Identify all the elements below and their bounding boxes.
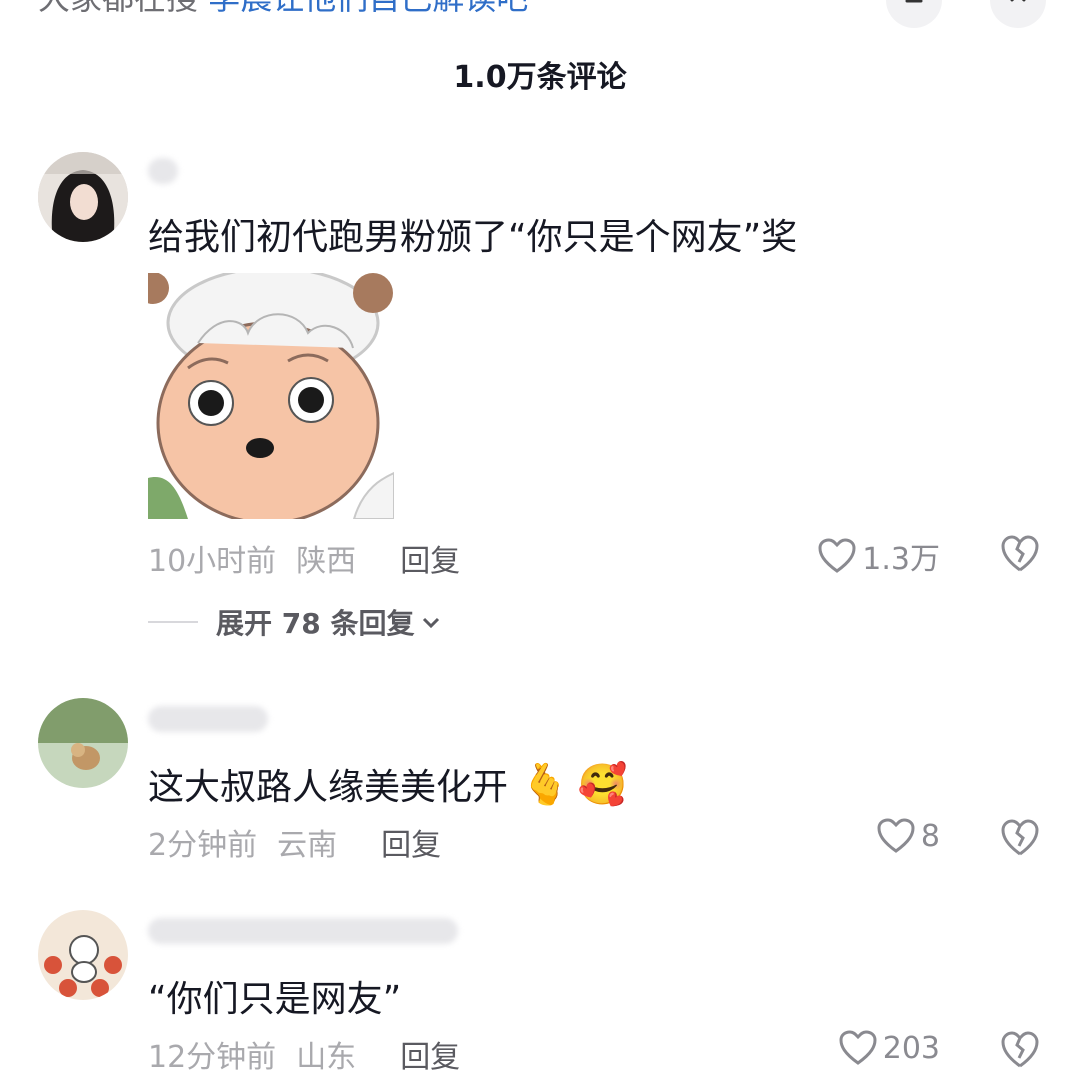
like-button[interactable]: 203 bbox=[839, 1030, 940, 1066]
like-count: 1.3万 bbox=[862, 542, 940, 577]
heart-icon bbox=[818, 538, 856, 573]
like-count: 203 bbox=[882, 1030, 940, 1066]
comment-meta: 2分钟前 云南 回复 bbox=[148, 820, 441, 864]
comment-meta: 10小时前 陕西 回复 bbox=[148, 536, 460, 580]
reply-button[interactable]: 回复 bbox=[381, 820, 441, 864]
broken-heart-icon[interactable] bbox=[1000, 534, 1040, 574]
emoji-hug: 🥰 bbox=[577, 761, 628, 808]
comment-meta: 12分钟前 山东 回复 bbox=[148, 1032, 460, 1076]
username[interactable] bbox=[148, 706, 268, 732]
sticker-image[interactable] bbox=[148, 273, 394, 519]
reply-button[interactable]: 回复 bbox=[400, 536, 460, 580]
expand-replies-label: 展开 78 条回复 bbox=[216, 607, 415, 640]
avatar[interactable] bbox=[38, 910, 128, 1000]
broken-heart-icon[interactable] bbox=[1000, 818, 1040, 858]
avatar[interactable] bbox=[38, 152, 128, 242]
comment-time: 2分钟前 bbox=[148, 828, 258, 863]
comment-text: 给我们初代跑男粉颁了“你只是个网友”奖 bbox=[148, 217, 798, 258]
filter-icon[interactable] bbox=[886, 0, 942, 28]
comment-count-title: 1.0万条评论 bbox=[453, 60, 627, 95]
reply-button[interactable]: 回复 bbox=[400, 1032, 460, 1076]
comment-text: “你们只是网友” bbox=[148, 979, 402, 1020]
comment-time: 10小时前 bbox=[148, 544, 277, 579]
comment-text-row: 这大叔路人缘美美化开 🫰 🥰 bbox=[148, 758, 628, 810]
expand-replies-button[interactable]: 展开 78 条回复 bbox=[148, 602, 442, 642]
comment-time: 12分钟前 bbox=[148, 1040, 277, 1075]
divider-line bbox=[148, 621, 198, 623]
username[interactable] bbox=[148, 158, 178, 184]
search-hint-link[interactable]: 李晨让他们自己解读吧 bbox=[208, 0, 528, 19]
comment-location: 云南 bbox=[277, 828, 338, 863]
like-button[interactable]: 1.3万 bbox=[818, 534, 940, 578]
emoji-finger-heart: 🫰 bbox=[520, 761, 570, 808]
heart-icon bbox=[839, 1030, 877, 1065]
chevron-down-icon bbox=[423, 617, 440, 629]
heart-icon bbox=[877, 818, 915, 853]
broken-heart-icon[interactable] bbox=[1000, 1030, 1040, 1070]
comments-page: 大家都在搜· 李晨让他们自己解读吧 1.0万条评论 给我们初代跑男粉颁了“你只是… bbox=[0, 0, 1080, 1080]
like-count: 8 bbox=[920, 818, 940, 854]
comment-location: 陕西 bbox=[296, 544, 357, 579]
search-hint-prefix: 大家都在搜· bbox=[38, 0, 208, 19]
avatar[interactable] bbox=[38, 698, 128, 788]
close-icon[interactable] bbox=[990, 0, 1046, 28]
comment-location: 山东 bbox=[296, 1040, 357, 1075]
like-button[interactable]: 8 bbox=[877, 818, 940, 854]
username[interactable] bbox=[148, 918, 458, 944]
search-hint-bar[interactable]: 大家都在搜· 李晨让他们自己解读吧 bbox=[38, 0, 528, 18]
comment-text: 这大叔路人缘美美化开 bbox=[148, 767, 509, 808]
